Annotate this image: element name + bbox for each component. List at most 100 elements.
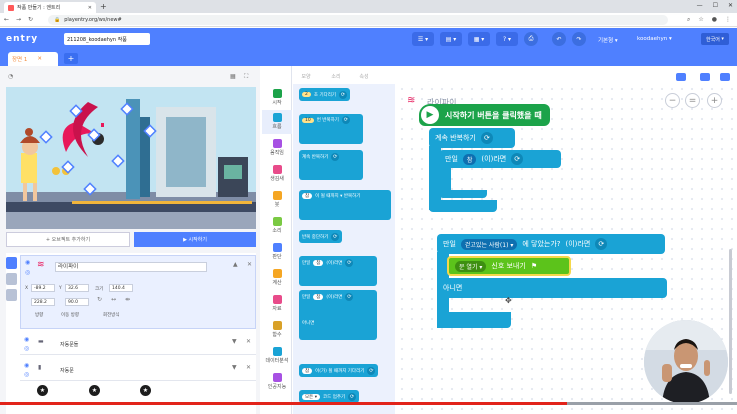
palette-block-repeat[interactable]: 10 번 반복하기 ⟳ [299, 114, 363, 144]
block-input[interactable]: 참 [313, 294, 324, 300]
y-input[interactable]: 32.6 [65, 284, 89, 292]
mode-toggle-button[interactable]: ☰ ▾ [412, 32, 434, 46]
new-tab-icon[interactable]: + [100, 2, 107, 11]
block-input[interactable]: 참 [302, 193, 313, 199]
rotate-horizontal-icon[interactable]: ↔ [111, 296, 116, 303]
send-signal-block[interactable]: 문 열기 ▾ 신호 보내기 ⚑ [447, 256, 571, 276]
back-icon[interactable]: ← [4, 16, 9, 23]
category-motion[interactable]: 움직임 [262, 136, 292, 160]
start-button[interactable]: ▶ 시작하기 [134, 232, 256, 247]
entry-logo[interactable]: entry [6, 34, 38, 44]
block-input[interactable]: 참 [462, 153, 477, 165]
save-menu-button[interactable]: ▤ ▾ [440, 32, 462, 46]
lock-object-icon[interactable]: ◎ [24, 371, 29, 378]
minimize-icon[interactable]: — [697, 2, 703, 9]
help-tab-icon[interactable] [6, 273, 17, 285]
chapter-star-icon[interactable]: ★ [140, 385, 151, 396]
workspace-scrollbar[interactable] [729, 249, 732, 394]
menu-icon[interactable]: ⋮ [725, 16, 731, 24]
chapter-star-icon[interactable]: ★ [37, 385, 48, 396]
category-start[interactable]: 시작 [262, 86, 292, 110]
zoom-in-button[interactable]: + [707, 93, 722, 108]
close-tab-icon[interactable]: ✕ [88, 5, 92, 11]
zoom-icon[interactable]: ⌕ [687, 16, 690, 24]
x-input[interactable]: -89.2 [31, 284, 55, 292]
code-view-icon[interactable] [700, 73, 710, 81]
category-judge[interactable]: 판단 [262, 240, 292, 264]
forward-icon[interactable]: → [16, 16, 21, 23]
block-input[interactable]: 참 [302, 367, 313, 374]
visibility-eye-icon[interactable]: ◉ [24, 336, 29, 343]
palette-block-break[interactable]: 반복 중단하기 ⟳ [299, 230, 343, 243]
add-object-button[interactable]: + 오브젝트 추가하기 [6, 232, 130, 247]
reload-icon[interactable]: ↻ [28, 16, 33, 23]
category-data-analysis[interactable]: 데이터분석 [262, 344, 292, 368]
selected-object-card[interactable]: ◉ ◎ ≋ 라이파이 ▲ ✕ X -89.2 Y 32.6 크기 140.4 2… [20, 255, 256, 329]
if-block[interactable]: 만일 참 (이)라면 ⟳ [439, 150, 561, 168]
block-input[interactable]: 걷고있는 사람(1) ▾ [460, 238, 518, 250]
save-block-icon[interactable] [720, 73, 730, 81]
grid-icon[interactable]: ▦ [230, 73, 236, 80]
delete-object-icon[interactable]: ✕ [246, 364, 251, 371]
category-looks[interactable]: 생김새 [262, 162, 292, 186]
fullscreen-icon[interactable]: ⛶ [244, 73, 248, 81]
object-name-input[interactable]: 라이파이 [55, 262, 207, 272]
rotation-input[interactable]: 228.2 [31, 298, 55, 306]
profile-icon[interactable]: ● [712, 16, 717, 24]
visibility-eye-icon[interactable]: ◉ [24, 362, 29, 369]
close-window-icon[interactable]: ✕ [728, 2, 733, 9]
category-data[interactable]: 자료 [262, 292, 292, 316]
redo-button[interactable]: ↷ [572, 32, 586, 46]
when-start-clicked-block[interactable]: ▶ 시작하기 버튼을 클릭했을 때 [419, 104, 550, 126]
maximize-icon[interactable]: ☐ [713, 2, 718, 9]
undo-button[interactable]: ↶ [552, 32, 566, 46]
delete-object-icon[interactable]: ✕ [246, 338, 251, 345]
block-input[interactable]: 참 [313, 260, 324, 266]
tab-sounds[interactable]: 소리 [324, 70, 348, 82]
palette-block-repeat-until[interactable]: 참이 될 때까지 ▾ 반복하기 [299, 190, 391, 220]
video-progress-bar[interactable] [0, 402, 737, 405]
zoom-reset-button[interactable]: = [685, 93, 700, 108]
tab-properties[interactable]: 속성 [352, 70, 376, 82]
else-block[interactable]: 아니면 [437, 278, 667, 298]
language-button[interactable]: 한국어 ▾ [701, 33, 729, 45]
rotate-none-icon[interactable]: ⇹ [125, 296, 130, 303]
block-input[interactable]: 문 열기 ▾ [455, 260, 487, 272]
toggle-palette-icon[interactable] [676, 73, 686, 81]
lock-object-icon[interactable]: ◎ [24, 345, 29, 352]
direction-input[interactable]: 90.0 [65, 298, 89, 306]
chapter-star-icon[interactable]: ★ [89, 385, 100, 396]
browser-tab[interactable]: 작품 만들기 : 엔트리 ✕ [4, 2, 96, 13]
delete-object-icon[interactable]: ✕ [247, 261, 252, 268]
category-ai[interactable]: 인공지능 [262, 370, 292, 394]
file-menu-button[interactable]: ▦ ▾ [468, 32, 490, 46]
block-input[interactable]: 2 [302, 92, 311, 97]
rotate-free-icon[interactable]: ↻ [97, 296, 102, 303]
close-scene-icon[interactable]: ✕ [37, 56, 42, 62]
lock-object-icon[interactable]: ◎ [25, 269, 30, 276]
if-touching-block[interactable]: 만일 걷고있는 사람(1) ▾ 에 닿았는가? (이)라면 ⟳ [437, 234, 665, 254]
tab-shapes[interactable]: 모양 [294, 70, 318, 82]
project-name-input[interactable]: 211208_koodaehyn 작품 [64, 33, 150, 45]
expand-object-icon[interactable]: ▼ [232, 364, 237, 371]
forever-block[interactable]: 계속 반복하기 ⟳ [429, 128, 515, 148]
print-button[interactable]: ⎙ [524, 32, 538, 46]
zoom-out-button[interactable]: − [665, 93, 680, 108]
block-input[interactable]: 10 [302, 117, 314, 123]
category-sound[interactable]: 소리 [262, 214, 292, 238]
category-brush[interactable]: 붓 [262, 188, 292, 212]
add-scene-button[interactable]: + [64, 53, 78, 64]
block-input[interactable]: 모든 ▾ [302, 393, 320, 400]
palette-block-if[interactable]: 만일 참 (이)라면 ⟳ [299, 256, 377, 286]
speed-gauge-icon[interactable]: ◔ [8, 73, 13, 80]
basic-mode-menu[interactable]: 기본형 ▾ [598, 36, 618, 44]
palette-block-if-else[interactable]: 만일 참 (이)라면 ⟳ 아니면 [299, 290, 377, 340]
object-list-tab-icon[interactable] [6, 257, 17, 269]
user-menu[interactable]: koodaehyn ▾ [637, 36, 672, 42]
category-function[interactable]: 함수 [262, 318, 292, 342]
palette-block-wait-until[interactable]: 참 이(가) 될 때까지 기다리기 ⟳ [299, 364, 379, 377]
palette-block-wait[interactable]: 2초 기다리기 ⟳ [299, 88, 351, 101]
stage-canvas[interactable] [6, 87, 256, 229]
console-tab-icon[interactable] [6, 289, 17, 301]
expand-object-icon[interactable]: ▼ [232, 338, 237, 345]
